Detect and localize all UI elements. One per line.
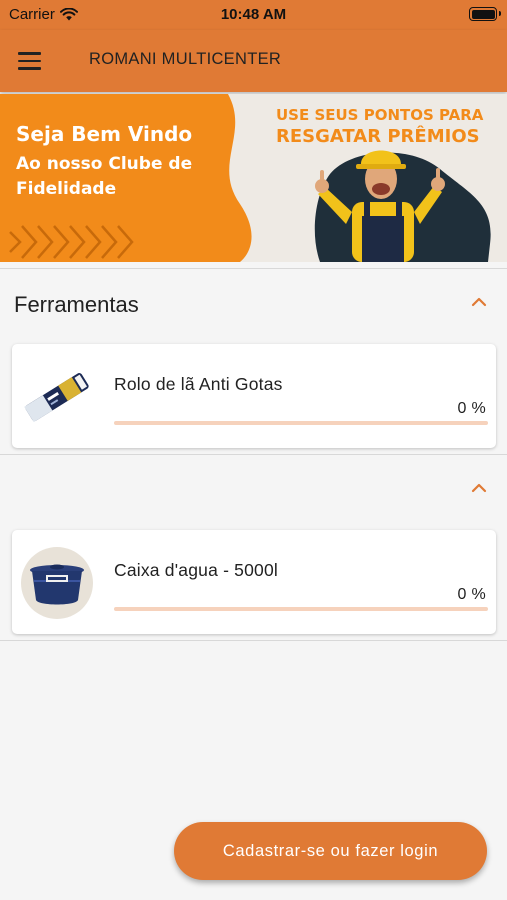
banner-club-text: Ao nosso Clube de <box>16 154 193 174</box>
hamburger-menu-icon[interactable] <box>18 46 52 76</box>
banner-points-text: USE SEUS PONTOS PARA <box>276 106 484 124</box>
item-name: Rolo de lã Anti Gotas <box>114 374 283 394</box>
app-title: ROMANI MULTICENTER <box>89 50 282 68</box>
item-progress-bar <box>114 421 488 425</box>
item-name: Caixa d'agua - 5000l <box>114 560 278 580</box>
section-header-ferramentas[interactable]: Ferramentas <box>0 270 507 340</box>
clock: 10:48 AM <box>220 6 287 23</box>
item-progress-percent: 0 % <box>457 400 486 417</box>
section-title: Ferramentas <box>14 292 139 317</box>
battery-icon <box>469 7 501 21</box>
item-progress-percent: 0 % <box>457 586 486 603</box>
register-or-login-button[interactable]: Cadastrar-se ou fazer login <box>174 822 487 880</box>
water-tank-image <box>21 547 93 619</box>
divider <box>0 454 507 455</box>
section-header-2[interactable] <box>0 456 507 526</box>
paint-roller-image <box>24 373 89 423</box>
reward-item-card[interactable]: Caixa d'agua - 5000l 0 % <box>12 530 496 634</box>
status-bar: Carrier 10:48 AM <box>0 0 507 30</box>
chevron-up-icon[interactable] <box>469 292 489 312</box>
item-progress-bar <box>114 607 488 611</box>
reward-item-card[interactable]: Rolo de lã Anti Gotas 0 % <box>12 344 496 448</box>
welcome-banner: Seja Bem Vindo Ao nosso Clube de Fidelid… <box>0 94 507 262</box>
divider <box>0 640 507 641</box>
chevron-up-icon[interactable] <box>469 478 489 498</box>
divider <box>0 268 507 269</box>
banner-loyalty-text: Fidelidade <box>16 179 117 199</box>
banner-welcome-text: Seja Bem Vindo <box>16 122 193 146</box>
app-bar: ROMANI MULTICENTER <box>0 30 507 92</box>
banner-rewards-text: RESGATAR PRÊMIOS <box>276 126 480 147</box>
